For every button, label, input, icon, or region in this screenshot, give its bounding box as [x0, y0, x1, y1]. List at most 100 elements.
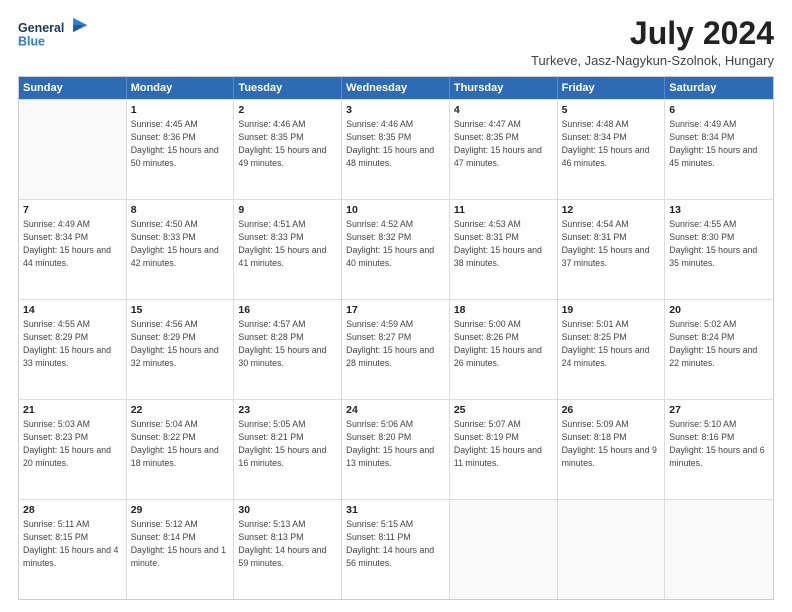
- week-row-0: 1 Sunrise: 4:45 AM Sunset: 8:36 PM Daylig…: [19, 99, 773, 199]
- day-info: Sunrise: 4:49 AM Sunset: 8:34 PM Dayligh…: [23, 219, 111, 268]
- cal-cell-0-3: 3 Sunrise: 4:46 AM Sunset: 8:35 PM Daylig…: [342, 100, 450, 199]
- calendar-body: 1 Sunrise: 4:45 AM Sunset: 8:36 PM Daylig…: [19, 99, 773, 599]
- day-info: Sunrise: 5:02 AM Sunset: 8:24 PM Dayligh…: [669, 319, 757, 368]
- week-row-4: 28 Sunrise: 5:11 AM Sunset: 8:15 PM Dayli…: [19, 499, 773, 599]
- cal-cell-0-6: 6 Sunrise: 4:49 AM Sunset: 8:34 PM Daylig…: [665, 100, 773, 199]
- cal-cell-0-2: 2 Sunrise: 4:46 AM Sunset: 8:35 PM Daylig…: [234, 100, 342, 199]
- cal-cell-1-6: 13Sunrise: 4:55 AM Sunset: 8:30 PM Dayli…: [665, 200, 773, 299]
- cal-cell-0-0: [19, 100, 127, 199]
- week-row-3: 21 Sunrise: 5:03 AM Sunset: 8:23 PM Dayli…: [19, 399, 773, 499]
- day-info: Sunrise: 4:48 AM Sunset: 8:34 PM Dayligh…: [562, 119, 650, 168]
- cal-cell-3-1: 22Sunrise: 5:04 AM Sunset: 8:22 PM Dayli…: [127, 400, 235, 499]
- day-info: Sunrise: 4:55 AM Sunset: 8:30 PM Dayligh…: [669, 219, 757, 268]
- day-number: 18: [454, 303, 553, 317]
- day-info: Sunrise: 4:50 AM Sunset: 8:33 PM Dayligh…: [131, 219, 219, 268]
- day-number: 10: [346, 203, 445, 217]
- cal-cell-4-4: [450, 500, 558, 599]
- day-info: Sunrise: 5:00 AM Sunset: 8:26 PM Dayligh…: [454, 319, 542, 368]
- day-info: Sunrise: 5:09 AM Sunset: 8:18 PM Dayligh…: [562, 419, 657, 468]
- cal-cell-1-0: 7 Sunrise: 4:49 AM Sunset: 8:34 PM Daylig…: [19, 200, 127, 299]
- day-info: Sunrise: 4:51 AM Sunset: 8:33 PM Dayligh…: [238, 219, 326, 268]
- calendar: Sunday Monday Tuesday Wednesday Thursday…: [18, 76, 774, 600]
- cal-cell-1-5: 12 Sunrise: 4:54 AM Sunset: 8:31 PM Dayli…: [558, 200, 666, 299]
- header-wednesday: Wednesday: [342, 77, 450, 99]
- cal-cell-1-3: 10 Sunrise: 4:52 AM Sunset: 8:32 PM Dayli…: [342, 200, 450, 299]
- day-number: 16: [238, 303, 337, 317]
- day-info: Sunrise: 4:57 AM Sunset: 8:28 PM Dayligh…: [238, 319, 326, 368]
- logo-svg: General Blue: [18, 16, 98, 52]
- day-number: 23: [238, 403, 337, 417]
- day-number: 14: [23, 303, 122, 317]
- day-info: Sunrise: 4:52 AM Sunset: 8:32 PM Dayligh…: [346, 219, 434, 268]
- header-thursday: Thursday: [450, 77, 558, 99]
- header-monday: Monday: [127, 77, 235, 99]
- svg-text:General: General: [18, 21, 64, 35]
- day-number: 2: [238, 103, 337, 117]
- day-info: Sunrise: 5:01 AM Sunset: 8:25 PM Dayligh…: [562, 319, 650, 368]
- location: Turkeve, Jasz-Nagykun-Szolnok, Hungary: [531, 53, 774, 68]
- header-sunday: Sunday: [19, 77, 127, 99]
- cal-cell-4-0: 28 Sunrise: 5:11 AM Sunset: 8:15 PM Dayli…: [19, 500, 127, 599]
- cal-cell-3-6: 27 Sunrise: 5:10 AM Sunset: 8:16 PM Dayli…: [665, 400, 773, 499]
- day-info: Sunrise: 4:47 AM Sunset: 8:35 PM Dayligh…: [454, 119, 542, 168]
- header-tuesday: Tuesday: [234, 77, 342, 99]
- cal-cell-2-3: 17 Sunrise: 4:59 AM Sunset: 8:27 PM Dayli…: [342, 300, 450, 399]
- calendar-header: Sunday Monday Tuesday Wednesday Thursday…: [19, 77, 773, 99]
- cal-cell-4-1: 29Sunrise: 5:12 AM Sunset: 8:14 PM Dayli…: [127, 500, 235, 599]
- cal-cell-1-2: 9 Sunrise: 4:51 AM Sunset: 8:33 PM Daylig…: [234, 200, 342, 299]
- month-year: July 2024: [531, 16, 774, 51]
- day-number: 7: [23, 203, 122, 217]
- day-info: Sunrise: 4:54 AM Sunset: 8:31 PM Dayligh…: [562, 219, 650, 268]
- cal-cell-1-4: 11Sunrise: 4:53 AM Sunset: 8:31 PM Dayli…: [450, 200, 558, 299]
- page: General Blue July 2024 Turkeve, Jasz-Nag…: [0, 0, 792, 612]
- day-info: Sunrise: 4:46 AM Sunset: 8:35 PM Dayligh…: [346, 119, 434, 168]
- day-number: 9: [238, 203, 337, 217]
- cal-cell-1-1: 8Sunrise: 4:50 AM Sunset: 8:33 PM Daylig…: [127, 200, 235, 299]
- week-row-1: 7 Sunrise: 4:49 AM Sunset: 8:34 PM Daylig…: [19, 199, 773, 299]
- title-block: July 2024 Turkeve, Jasz-Nagykun-Szolnok,…: [531, 16, 774, 68]
- day-number: 30: [238, 503, 337, 517]
- day-info: Sunrise: 5:10 AM Sunset: 8:16 PM Dayligh…: [669, 419, 764, 468]
- day-info: Sunrise: 4:49 AM Sunset: 8:34 PM Dayligh…: [669, 119, 757, 168]
- cal-cell-3-2: 23Sunrise: 5:05 AM Sunset: 8:21 PM Dayli…: [234, 400, 342, 499]
- day-number: 26: [562, 403, 661, 417]
- day-number: 17: [346, 303, 445, 317]
- cal-cell-4-5: [558, 500, 666, 599]
- day-number: 3: [346, 103, 445, 117]
- day-number: 29: [131, 503, 230, 517]
- cal-cell-4-2: 30 Sunrise: 5:13 AM Sunset: 8:13 PM Dayli…: [234, 500, 342, 599]
- day-number: 25: [454, 403, 553, 417]
- day-number: 21: [23, 403, 122, 417]
- day-info: Sunrise: 5:15 AM Sunset: 8:11 PM Dayligh…: [346, 519, 434, 568]
- day-info: Sunrise: 5:13 AM Sunset: 8:13 PM Dayligh…: [238, 519, 326, 568]
- week-row-2: 14 Sunrise: 4:55 AM Sunset: 8:29 PM Dayli…: [19, 299, 773, 399]
- day-number: 1: [131, 103, 230, 117]
- day-number: 24: [346, 403, 445, 417]
- cal-cell-3-0: 21 Sunrise: 5:03 AM Sunset: 8:23 PM Dayli…: [19, 400, 127, 499]
- cal-cell-2-4: 18 Sunrise: 5:00 AM Sunset: 8:26 PM Dayli…: [450, 300, 558, 399]
- day-info: Sunrise: 4:46 AM Sunset: 8:35 PM Dayligh…: [238, 119, 326, 168]
- day-number: 20: [669, 303, 769, 317]
- day-number: 5: [562, 103, 661, 117]
- day-number: 15: [131, 303, 230, 317]
- day-number: 6: [669, 103, 769, 117]
- day-number: 27: [669, 403, 769, 417]
- day-number: 4: [454, 103, 553, 117]
- day-info: Sunrise: 5:03 AM Sunset: 8:23 PM Dayligh…: [23, 419, 111, 468]
- cal-cell-3-3: 24 Sunrise: 5:06 AM Sunset: 8:20 PM Dayli…: [342, 400, 450, 499]
- cal-cell-4-3: 31Sunrise: 5:15 AM Sunset: 8:11 PM Dayli…: [342, 500, 450, 599]
- day-number: 19: [562, 303, 661, 317]
- logo: General Blue: [18, 16, 98, 52]
- day-number: 28: [23, 503, 122, 517]
- day-info: Sunrise: 5:06 AM Sunset: 8:20 PM Dayligh…: [346, 419, 434, 468]
- header-saturday: Saturday: [665, 77, 773, 99]
- header-friday: Friday: [558, 77, 666, 99]
- cal-cell-0-5: 5 Sunrise: 4:48 AM Sunset: 8:34 PM Daylig…: [558, 100, 666, 199]
- cal-cell-0-4: 4 Sunrise: 4:47 AM Sunset: 8:35 PM Daylig…: [450, 100, 558, 199]
- day-info: Sunrise: 4:55 AM Sunset: 8:29 PM Dayligh…: [23, 319, 111, 368]
- day-info: Sunrise: 5:11 AM Sunset: 8:15 PM Dayligh…: [23, 519, 118, 568]
- day-info: Sunrise: 4:45 AM Sunset: 8:36 PM Dayligh…: [131, 119, 219, 168]
- day-info: Sunrise: 4:59 AM Sunset: 8:27 PM Dayligh…: [346, 319, 434, 368]
- day-number: 12: [562, 203, 661, 217]
- day-info: Sunrise: 5:07 AM Sunset: 8:19 PM Dayligh…: [454, 419, 542, 468]
